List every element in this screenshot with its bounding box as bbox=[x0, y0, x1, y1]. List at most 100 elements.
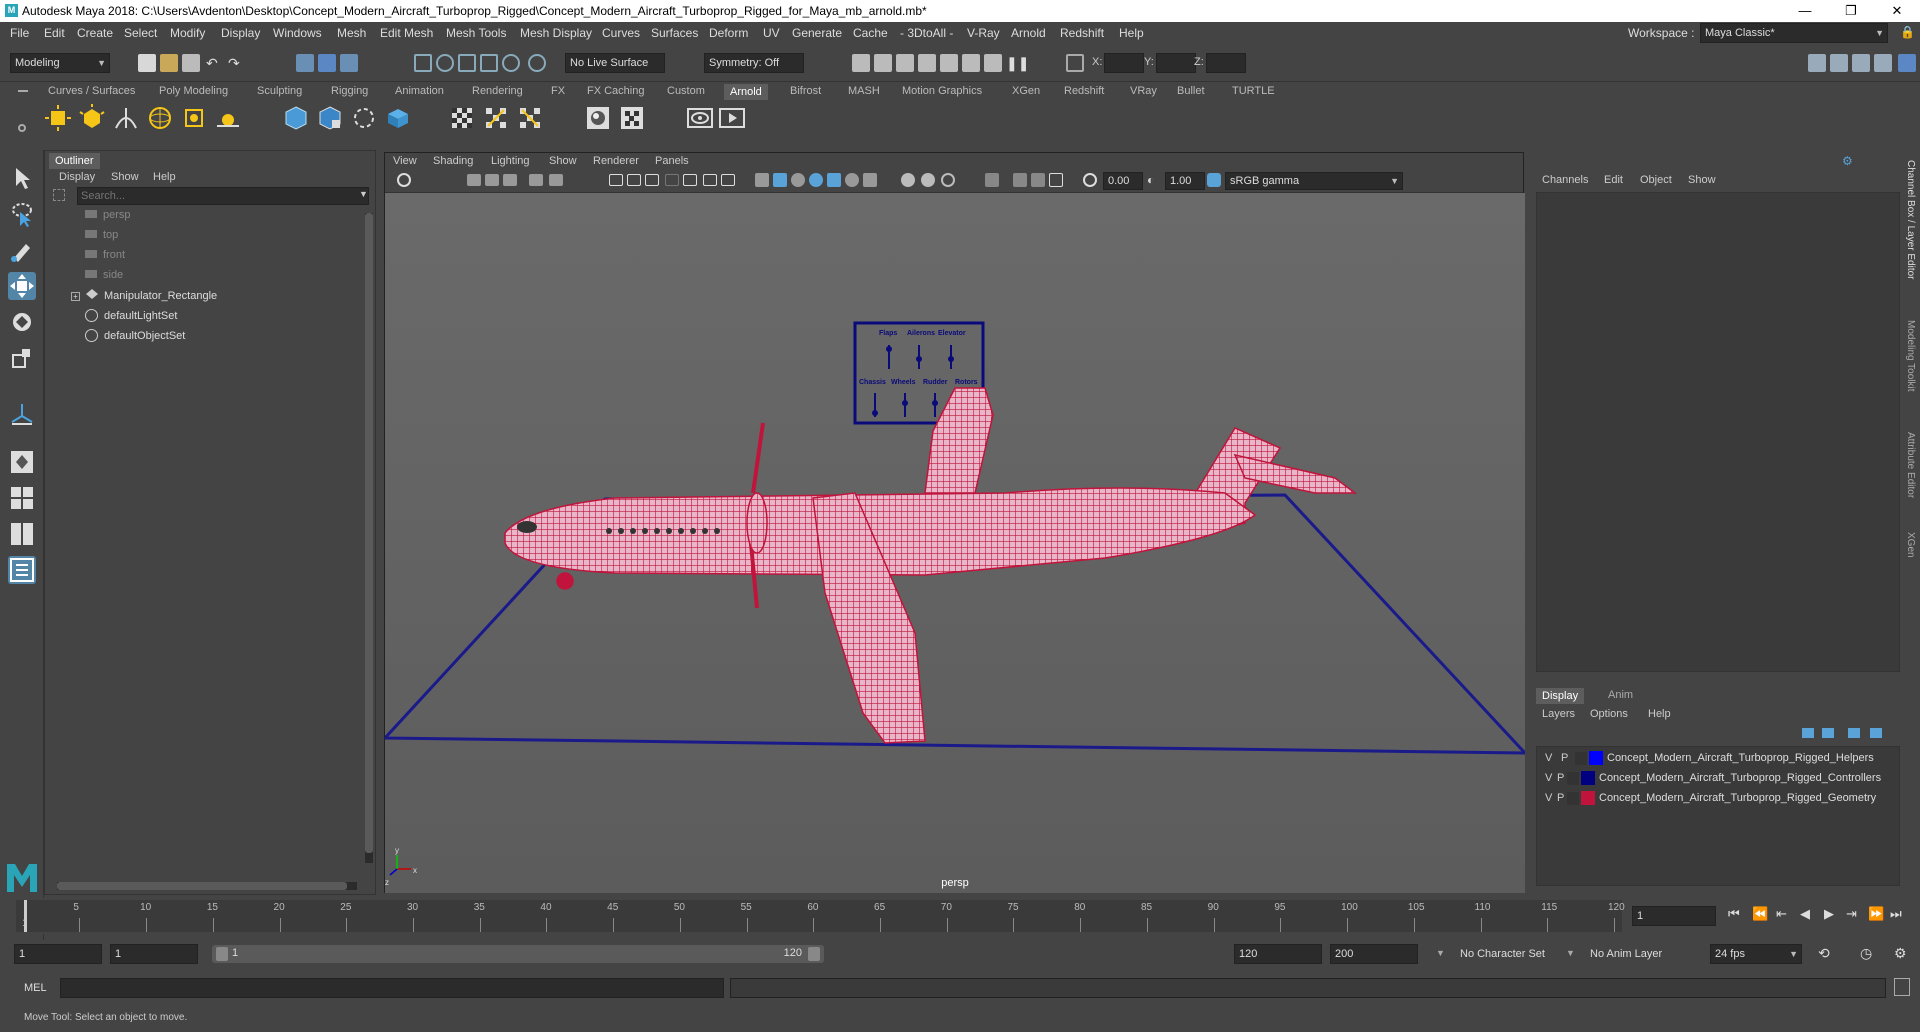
playback-end-field[interactable]: 120 bbox=[1234, 944, 1322, 964]
layer-menu-layers[interactable]: Layers bbox=[1542, 708, 1575, 720]
outliner-menu-help[interactable]: Help bbox=[153, 171, 176, 183]
layer-row-controllers[interactable]: V P Concept_Modern_Aircraft_Turboprop_Ri… bbox=[1541, 769, 1901, 788]
viewport-menu-panels[interactable]: Panels bbox=[655, 155, 689, 167]
render-frame-icon[interactable] bbox=[852, 54, 870, 72]
isolate-select-icon[interactable] bbox=[985, 173, 999, 187]
xray-icon[interactable] bbox=[809, 173, 823, 187]
go-to-start-icon[interactable]: ⏮ bbox=[1728, 906, 1740, 922]
channel-menu-object[interactable]: Object bbox=[1640, 174, 1672, 186]
x-field[interactable] bbox=[1104, 53, 1144, 73]
mesh-light-icon[interactable] bbox=[78, 104, 106, 132]
shelf-menu-icon[interactable] bbox=[18, 90, 28, 92]
animation-start-field[interactable]: 1 bbox=[14, 944, 102, 964]
viewport-menu-shading[interactable]: Shading bbox=[433, 155, 473, 167]
visibility-toggle[interactable]: V bbox=[1545, 752, 1552, 764]
channel-menu-show[interactable]: Show bbox=[1688, 174, 1716, 186]
image-plane-icon[interactable] bbox=[503, 174, 517, 186]
side-tab-xgen[interactable]: XGen bbox=[1905, 532, 1916, 558]
playback-prefs-icon[interactable]: ⚙ bbox=[1894, 945, 1907, 962]
step-forward-key-icon[interactable]: ⏩ bbox=[1868, 906, 1884, 922]
viewport-menu-lighting[interactable]: Lighting bbox=[491, 155, 530, 167]
step-forward-frame-icon[interactable]: ⇥ bbox=[1846, 906, 1857, 922]
convert-textures-icon[interactable] bbox=[482, 104, 510, 132]
snap-grid-icon[interactable] bbox=[414, 54, 432, 72]
lock-icon[interactable]: 🔒 bbox=[1900, 25, 1915, 39]
pause-icon[interactable]: ❚❚ bbox=[1006, 54, 1029, 72]
select-camera-icon[interactable] bbox=[397, 173, 411, 187]
z-field[interactable] bbox=[1206, 53, 1246, 73]
display-type-toggle[interactable] bbox=[1567, 772, 1579, 785]
camera-attributes-icon[interactable] bbox=[467, 174, 481, 186]
current-frame-field[interactable]: 1 bbox=[1632, 906, 1716, 926]
shelf-tab-curves-surfaces[interactable]: Curves / Surfaces bbox=[48, 85, 135, 97]
viewport-menu-renderer[interactable]: Renderer bbox=[593, 155, 639, 167]
shelf-tab-arnold[interactable]: Arnold bbox=[724, 84, 768, 100]
ambient-occlusion-icon[interactable] bbox=[901, 173, 915, 187]
layer-color-swatch[interactable] bbox=[1581, 791, 1595, 805]
standin-icon[interactable] bbox=[282, 104, 310, 132]
render-preview-icon[interactable] bbox=[686, 104, 714, 132]
menu-generate[interactable]: Generate bbox=[792, 26, 842, 40]
menu-curves[interactable]: Curves bbox=[602, 26, 640, 40]
snap-surface-icon[interactable] bbox=[502, 54, 520, 72]
shelf-tab-rendering[interactable]: Rendering bbox=[472, 85, 523, 97]
go-to-end-icon[interactable]: ⏭ bbox=[1890, 906, 1902, 922]
visibility-toggle[interactable]: V bbox=[1545, 792, 1552, 804]
maximize-button[interactable]: ❐ bbox=[1828, 0, 1874, 22]
scale-tool-icon[interactable] bbox=[8, 344, 36, 372]
gamma-icon[interactable]: ◐ bbox=[1147, 173, 1161, 187]
ipr-render-icon[interactable] bbox=[896, 54, 914, 72]
menu-select[interactable]: Select bbox=[124, 26, 157, 40]
two-d-pan-zoom-icon[interactable] bbox=[529, 174, 543, 186]
menu-file[interactable]: File bbox=[10, 26, 29, 40]
xray-joints-icon[interactable] bbox=[1013, 173, 1027, 187]
attribute-editor-icon[interactable] bbox=[1830, 54, 1848, 72]
outliner-menu-display[interactable]: Display bbox=[59, 171, 95, 183]
command-input[interactable] bbox=[60, 978, 724, 998]
snap-point-icon[interactable] bbox=[458, 54, 476, 72]
menu-deform[interactable]: Deform bbox=[709, 26, 748, 40]
shelf-tab-fx-caching[interactable]: FX Caching bbox=[587, 85, 644, 97]
auto-key-icon[interactable]: ◷ bbox=[1860, 945, 1872, 962]
shelf-tab-sculpting[interactable]: Sculpting bbox=[257, 85, 302, 97]
channel-menu-edit[interactable]: Edit bbox=[1604, 174, 1623, 186]
outliner-item-persp[interactable]: persp bbox=[85, 209, 131, 221]
playback-toggle[interactable]: P bbox=[1561, 752, 1568, 764]
time-slider[interactable]: 1 5 10 15 20 25 30 35 40 45 50 55 60 65 70 75 80 85 90 95 1… bbox=[0, 898, 1920, 934]
y-field[interactable] bbox=[1156, 53, 1196, 73]
photometric-light-icon[interactable] bbox=[112, 104, 140, 132]
arnold-render-icon[interactable] bbox=[984, 54, 1002, 72]
select-tool-icon[interactable] bbox=[8, 164, 36, 192]
move-layer-up-icon[interactable] bbox=[1802, 728, 1814, 738]
field-chart-icon[interactable] bbox=[683, 174, 697, 186]
menu-modify[interactable]: Modify bbox=[170, 26, 205, 40]
layer-row-helpers[interactable]: V P Concept_Modern_Aircraft_Turboprop_Ri… bbox=[1541, 749, 1901, 768]
render-settings-icon[interactable] bbox=[918, 54, 936, 72]
outliner-layout-icon[interactable] bbox=[8, 556, 36, 584]
outliner-hscrollbar[interactable] bbox=[57, 882, 357, 890]
script-editor-icon[interactable] bbox=[1894, 978, 1910, 996]
grease-pencil-icon[interactable] bbox=[549, 174, 563, 186]
anim-layer-icon[interactable]: ▼ bbox=[1566, 948, 1575, 958]
four-view-layout-icon[interactable] bbox=[8, 484, 36, 512]
shelf-tab-custom[interactable]: Custom bbox=[667, 85, 705, 97]
transform-constraint-icon[interactable] bbox=[1066, 54, 1084, 72]
minimize-button[interactable]: — bbox=[1782, 0, 1828, 22]
visibility-toggle[interactable]: V bbox=[1545, 772, 1552, 784]
playback-toggle[interactable]: P bbox=[1557, 792, 1564, 804]
loop-icon[interactable]: ⟲ bbox=[1818, 945, 1830, 962]
xray-active-icon[interactable] bbox=[1031, 173, 1045, 187]
channel-box-icon[interactable] bbox=[1874, 54, 1892, 72]
play-backwards-icon[interactable]: ◀ bbox=[1800, 906, 1810, 922]
redo-icon[interactable]: ↷ bbox=[228, 54, 246, 72]
display-type-toggle[interactable] bbox=[1567, 792, 1579, 805]
shelf-tab-turtle[interactable]: TURTLE bbox=[1232, 85, 1275, 97]
renderview-arnold-icon[interactable] bbox=[516, 104, 544, 132]
tool-settings-icon[interactable] bbox=[1852, 54, 1870, 72]
playback-start-field[interactable]: 1 bbox=[110, 944, 198, 964]
time-slider-track[interactable]: 1 51015202530354045505560657075808590951… bbox=[16, 900, 1625, 932]
new-layer-icon[interactable] bbox=[1848, 728, 1860, 738]
expand-icon[interactable]: + bbox=[71, 292, 80, 301]
layer-name[interactable]: Concept_Modern_Aircraft_Turboprop_Rigged… bbox=[1599, 772, 1881, 784]
outliner-vscrollbar[interactable] bbox=[365, 213, 373, 863]
